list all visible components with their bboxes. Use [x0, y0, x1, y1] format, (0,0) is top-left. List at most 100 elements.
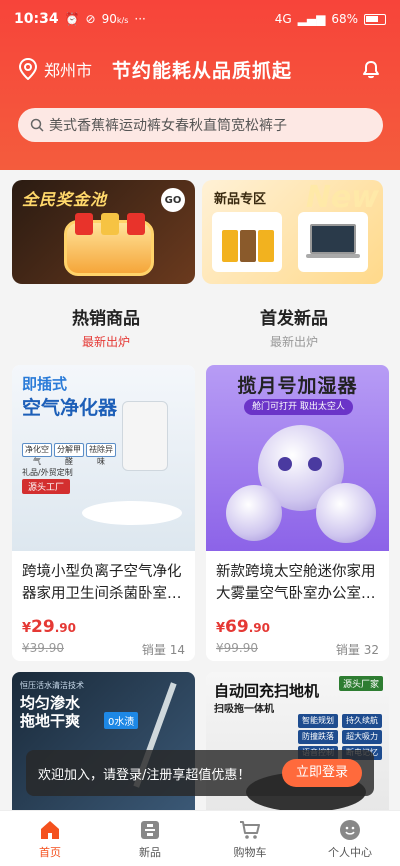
- nav-label: 购物车: [233, 845, 267, 859]
- sales-count: 销量 14: [141, 643, 185, 657]
- astronaut-humidifier: [316, 483, 376, 543]
- alarm-icon: ⏰: [64, 12, 80, 26]
- price-dec: .90: [248, 621, 270, 635]
- product-image-text: 空气净化器: [22, 397, 118, 419]
- city-selector[interactable]: 郑州市: [44, 57, 92, 81]
- product-price: ¥29.90: [22, 617, 76, 637]
- product-image-tag: 源头工厂: [22, 479, 71, 494]
- product-image-text: 揽月号加湿器: [237, 375, 358, 397]
- mute-icon: ⊘: [85, 12, 96, 26]
- tab-hot-title: 热销商品: [72, 309, 140, 329]
- app-home: 10:34 ⏰ ⊘ 90k/s ··· 4G ▂▄▆ 68% 郑州市 节约能耗从…: [0, 0, 400, 866]
- product-image-text: 即插式: [22, 375, 68, 393]
- product-card[interactable]: 自动回充扫地机 扫吸拖一体机 源头厂家 智能规划 持久续航 防撞跌落 超大吸力 …: [206, 672, 389, 822]
- top-bar: 郑州市 节约能耗从品质抓起: [18, 52, 382, 86]
- nav-label: 首页: [39, 845, 61, 859]
- product-image-text: 自动回充扫地机: [214, 682, 320, 700]
- cart-icon: [240, 820, 260, 839]
- tab-new-title: 首发新品: [260, 309, 328, 329]
- search-input[interactable]: 美式香蕉裤运动裤女春秋直筒宽松裤子: [18, 108, 383, 142]
- search-placeholder: 美式香蕉裤运动裤女春秋直筒宽松裤子: [49, 118, 287, 134]
- go-badge: GO: [161, 188, 185, 212]
- signal-icon: ▂▄▆: [297, 12, 326, 26]
- product-image: 即插式 空气净化器 净化空气 分解甲醛 祛除异味 礼品/外贸定制 源头工厂: [12, 365, 195, 551]
- product-image-text: 扫吸拖一体机: [214, 704, 274, 715]
- feature-tag: 分解甲醛: [54, 443, 84, 466]
- home-icon: [41, 820, 59, 839]
- status-right: 4G ▂▄▆ 68%: [275, 12, 386, 26]
- banner-bonus-pool[interactable]: 全民奖金池 GO: [12, 180, 195, 284]
- status-bar: 10:34 ⏰ ⊘ 90k/s ··· 4G ▂▄▆ 68%: [0, 0, 400, 38]
- login-button[interactable]: 立即登录: [281, 759, 362, 787]
- tab-new-sub: 最新出炉: [269, 335, 318, 349]
- price-currency: ¥: [22, 621, 32, 636]
- snack-product-image: [212, 212, 282, 272]
- feature-tag: 智能规划: [298, 714, 338, 728]
- product-price: ¥69.90: [216, 617, 270, 637]
- product-image-text: 恒压活水清洁技术: [20, 681, 84, 690]
- prize-pot-image: [64, 213, 154, 276]
- status-time: 10:34: [14, 11, 59, 27]
- product-image-text: 拖地干爽: [20, 712, 81, 730]
- price-dec: .90: [54, 621, 76, 635]
- page-slogan: 节约能耗从品质抓起: [112, 59, 293, 82]
- network-indicator: 4G: [274, 12, 292, 26]
- product-name: 跨境小型负离子空气净化器家用卫生间杀菌卧室…: [22, 564, 182, 602]
- speed-value: 90: [101, 12, 117, 26]
- price-currency: ¥: [216, 621, 226, 636]
- nav-item-new[interactable]: 新品: [100, 811, 200, 866]
- laptop-product-image: [298, 212, 368, 272]
- nav-item-profile[interactable]: 个人中心: [300, 811, 400, 866]
- feature-tag: 超大吸力: [342, 730, 382, 744]
- profile-icon: [340, 819, 360, 840]
- new-watermark: New: [305, 180, 379, 215]
- banner-bonus-title: 全民奖金池: [22, 190, 108, 209]
- red-envelope-icon: [101, 213, 119, 235]
- feature-tag: 祛除异味: [86, 443, 116, 466]
- banner-new-zone[interactable]: New 新品专区: [202, 180, 383, 284]
- product-card[interactable]: 恒压活水清洁技术 均匀渗水 拖地干爽 0水渍: [12, 672, 195, 822]
- feature-tag: 持久续航: [342, 714, 382, 728]
- product-image-text: 舱门可打开 取出太空人: [244, 399, 353, 415]
- login-prompt-text: 欢迎加入，请登录/注册享超值优惠！: [38, 767, 251, 783]
- product-image: 恒压活水清洁技术 均匀渗水 拖地干爽 0水渍: [12, 672, 195, 822]
- laptop-base: [306, 254, 360, 258]
- product-image-tag: 礼品/外贸定制: [22, 468, 73, 477]
- original-price: ¥39.90: [22, 641, 64, 655]
- banner-new-title: 新品专区: [214, 192, 267, 207]
- battery-text: 68%: [331, 12, 358, 26]
- nav-label: 新品: [139, 845, 161, 859]
- product-name: 新款跨境太空舱迷你家用大雾量空气卧室办公室…: [216, 564, 376, 602]
- tab-hot-products[interactable]: 热销商品 最新出炉: [6, 304, 206, 350]
- more-icon: ···: [134, 12, 146, 26]
- snack-pack-icon: [222, 230, 238, 262]
- tab-new-products[interactable]: 首发新品 最新出炉: [194, 304, 394, 350]
- nav-item-home[interactable]: 首页: [0, 811, 100, 866]
- login-prompt-banner: 欢迎加入，请登录/注册享超值优惠！ 立即登录: [26, 750, 374, 796]
- astronaut-humidifier: [226, 485, 282, 541]
- snack-pack-icon: [258, 230, 274, 262]
- product-card[interactable]: 揽月号加湿器 舱门可打开 取出太空人 新款跨境太空舱迷你家用大雾量空气卧室办公室…: [206, 365, 389, 661]
- laptop-icon: [310, 224, 356, 254]
- feature-tag: 防撞跌落: [298, 730, 338, 744]
- eye-icon: [308, 457, 322, 471]
- product-card[interactable]: 即插式 空气净化器 净化空气 分解甲醛 祛除异味 礼品/外贸定制 源头工厂 跨境…: [12, 365, 195, 661]
- price-int: 69: [225, 617, 249, 637]
- air-purifier-device: [122, 401, 168, 471]
- new-products-icon: [141, 820, 159, 839]
- nav-label: 个人中心: [328, 845, 372, 859]
- product-image: 揽月号加湿器 舱门可打开 取出太空人: [206, 365, 389, 551]
- product-image-badge: 0水渍: [104, 712, 139, 729]
- product-image: 自动回充扫地机 扫吸拖一体机 源头厂家 智能规划 持久续航 防撞跌落 超大吸力 …: [206, 672, 389, 822]
- location-icon[interactable]: [18, 58, 38, 80]
- header: 10:34 ⏰ ⊘ 90k/s ··· 4G ▂▄▆ 68% 郑州市 节约能耗从…: [0, 0, 400, 170]
- red-envelope-icon: [127, 213, 145, 235]
- nav-item-cart[interactable]: 购物车: [200, 811, 300, 866]
- table-shape: [82, 501, 182, 525]
- eye-icon: [278, 457, 292, 471]
- original-price: ¥99.90: [216, 641, 258, 655]
- bell-icon[interactable]: [360, 58, 382, 80]
- product-image-tag: 源头厂家: [338, 676, 383, 691]
- snack-pack-icon: [240, 230, 256, 262]
- bottom-nav: 首页 新品 购物车 个人中心: [0, 810, 400, 866]
